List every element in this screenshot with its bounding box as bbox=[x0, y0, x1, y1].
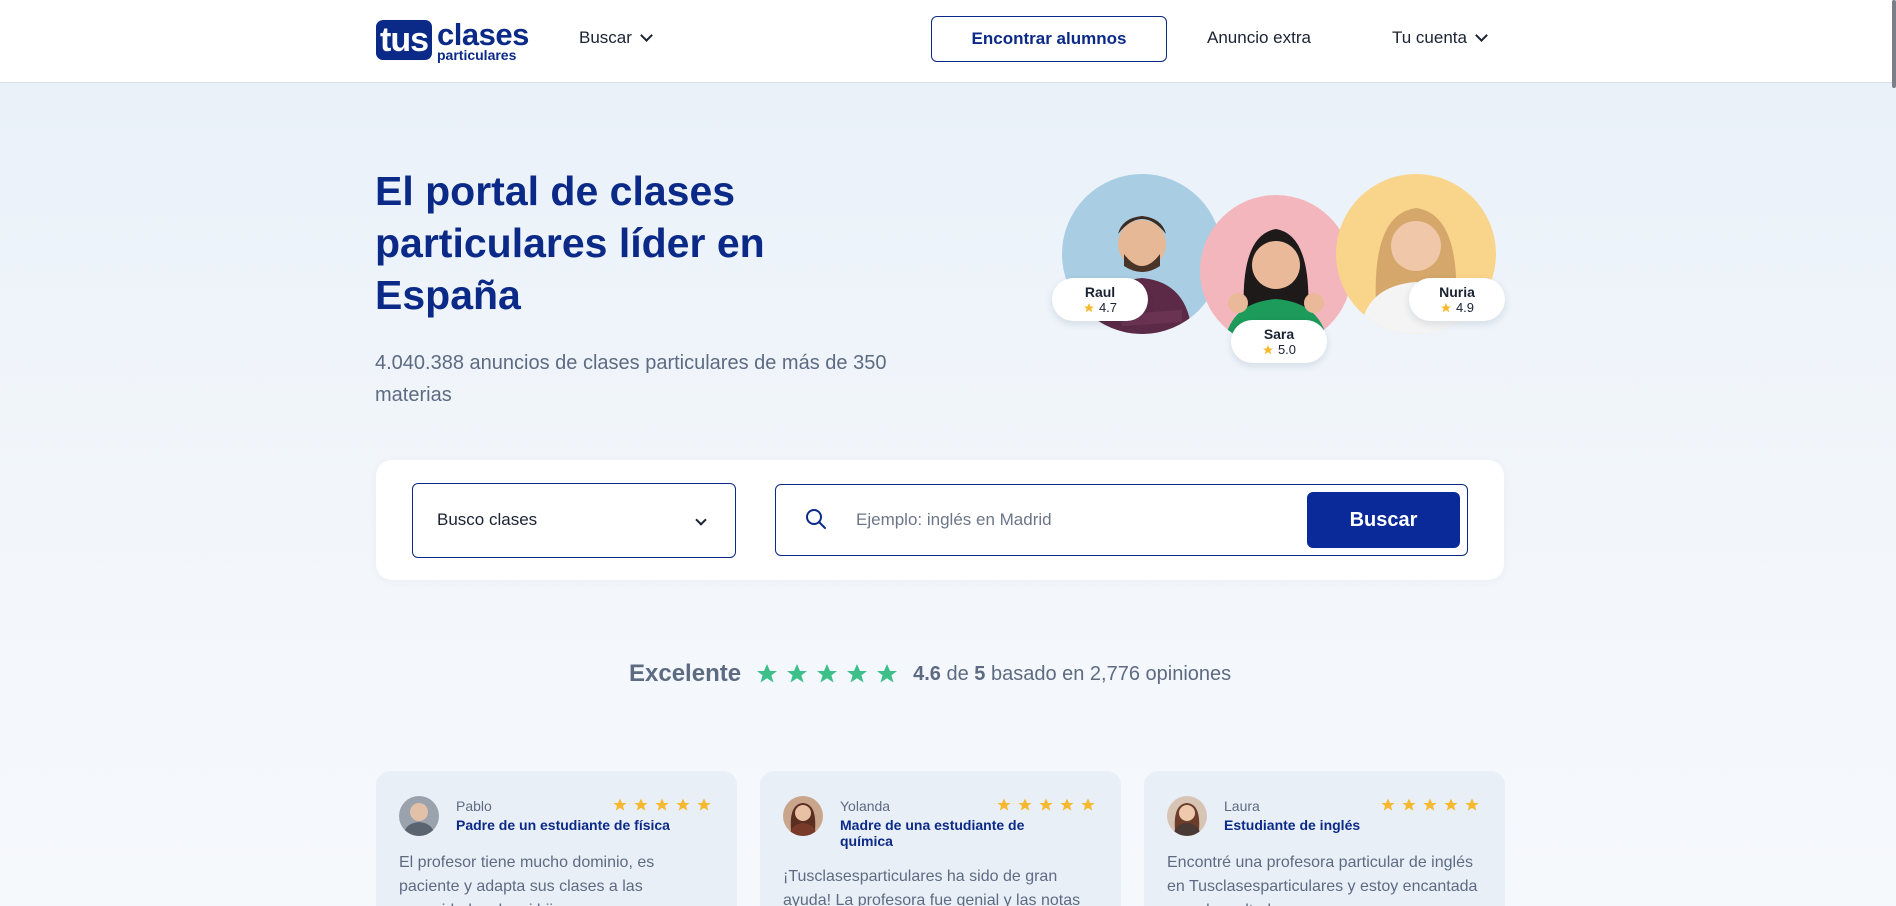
chevron-down-icon bbox=[640, 29, 653, 42]
review-text: ¡Tusclasesparticulares ha sido de gran a… bbox=[783, 868, 1081, 906]
logo-tus: tus bbox=[376, 20, 432, 60]
review-card: Yolanda Madre de una estudiante de quími… bbox=[760, 771, 1121, 906]
rating-text: 4.6 de 5 basado en 2,776 opiniones bbox=[913, 663, 1231, 686]
reviewer-role: Estudiante de inglés bbox=[1224, 817, 1361, 833]
reviewer-role: Padre de un estudiante de física bbox=[456, 817, 670, 833]
logo-wordmark: clases particulares bbox=[437, 19, 529, 62]
review-text: Encontré una profesora particular de ing… bbox=[1167, 854, 1478, 906]
star-icon bbox=[1440, 302, 1451, 312]
star-icon bbox=[1423, 798, 1437, 811]
tutor-name: Sara bbox=[1263, 326, 1295, 342]
search-icon bbox=[806, 509, 826, 529]
site-logo[interactable]: tus clases particulares bbox=[376, 19, 529, 62]
star-icon bbox=[676, 798, 690, 811]
tutor-rating-value: 5.0 bbox=[1277, 342, 1297, 357]
star-icon bbox=[634, 798, 648, 811]
reviewer-role: Madre de una estudiante de química bbox=[840, 817, 1025, 849]
star-icon bbox=[697, 798, 711, 811]
hero-title: El portal de clases particulares líder e… bbox=[375, 168, 765, 318]
star-icon bbox=[997, 798, 1011, 811]
nav-tu-cuenta-dropdown[interactable]: Tu cuenta bbox=[1392, 28, 1488, 48]
reviewer-name: Laura bbox=[1224, 798, 1260, 814]
search-type-select[interactable]: Busco clases bbox=[412, 483, 736, 558]
star-icon bbox=[1381, 798, 1395, 811]
review-card: Laura Estudiante de inglés Encontré una … bbox=[1144, 771, 1505, 906]
rating-max: 5 bbox=[974, 662, 986, 685]
tutor-rating-value: 4.7 bbox=[1098, 300, 1118, 315]
search-card: Busco clases Buscar bbox=[376, 460, 1504, 580]
rating-suffix: basado en 2,776 opiniones bbox=[990, 662, 1232, 685]
chevron-down-icon bbox=[1475, 29, 1488, 42]
star-icon bbox=[1402, 798, 1416, 811]
star-icon bbox=[1039, 798, 1053, 811]
tutor-name: Nuria bbox=[1439, 284, 1475, 300]
reviewer-name: Pablo bbox=[456, 798, 492, 814]
site-header: tus clases particulares Buscar Encontrar… bbox=[0, 0, 1896, 83]
star-icon bbox=[1060, 798, 1074, 811]
rating-stars bbox=[755, 662, 899, 686]
reviewer-avatar bbox=[1167, 796, 1207, 836]
search-input[interactable] bbox=[856, 503, 1276, 537]
review-stars bbox=[1380, 797, 1480, 813]
page-scrollbar[interactable] bbox=[1892, 0, 1896, 88]
rating-summary: Excelente 4.6 de 5 basado en 2,776 opini… bbox=[629, 660, 1231, 688]
review-stars bbox=[996, 797, 1096, 813]
tutor-badge-nuria: Nuria 4.9 bbox=[1409, 278, 1505, 321]
logo-clases: clases bbox=[437, 16, 529, 52]
star-icon bbox=[817, 664, 838, 683]
tutor-rating: 4.9 bbox=[1421, 300, 1493, 315]
reviewer-avatar bbox=[783, 796, 823, 836]
rating-label: Excelente bbox=[629, 660, 742, 687]
star-icon bbox=[847, 664, 868, 683]
reviewer-name: Yolanda bbox=[840, 798, 891, 814]
star-icon bbox=[1444, 798, 1458, 811]
search-box: Buscar bbox=[775, 484, 1468, 556]
encontrar-alumnos-button[interactable]: Encontrar alumnos bbox=[931, 16, 1167, 62]
star-icon bbox=[1018, 798, 1032, 811]
star-icon bbox=[757, 664, 778, 683]
tutor-rating: 5.0 bbox=[1243, 342, 1315, 357]
star-icon bbox=[1083, 302, 1094, 312]
tutor-rating: 4.7 bbox=[1064, 300, 1136, 315]
rating-of: de bbox=[946, 662, 969, 685]
review-text: El profesor tiene mucho dominio, es paci… bbox=[399, 854, 655, 906]
tutor-badge-raul: Raul 4.7 bbox=[1052, 278, 1148, 321]
tutor-badge-sara: Sara 5.0 bbox=[1231, 320, 1327, 363]
search-type-value: Busco clases bbox=[437, 510, 538, 529]
star-icon bbox=[613, 798, 627, 811]
review-card: Pablo Padre de un estudiante de física E… bbox=[376, 771, 737, 906]
rating-score: 4.6 bbox=[913, 662, 941, 685]
star-icon bbox=[1081, 798, 1095, 811]
nav-buscar-dropdown[interactable]: Buscar bbox=[579, 28, 653, 48]
hero-subtitle: 4.040.388 anuncios de clases particulare… bbox=[375, 352, 887, 406]
tutor-rating-value: 4.9 bbox=[1455, 300, 1475, 315]
star-icon bbox=[877, 664, 898, 683]
star-icon bbox=[1262, 344, 1273, 354]
reviewer-avatar bbox=[399, 796, 439, 836]
star-icon bbox=[1465, 798, 1479, 811]
star-icon bbox=[787, 664, 808, 683]
logo-particulares: particulares bbox=[437, 46, 517, 63]
nav-anuncio-extra[interactable]: Anuncio extra bbox=[1207, 28, 1311, 48]
tutor-name: Raul bbox=[1084, 284, 1116, 300]
star-icon bbox=[655, 798, 669, 811]
search-button[interactable]: Buscar bbox=[1307, 492, 1460, 548]
chevron-down-icon bbox=[695, 514, 707, 526]
nav-buscar-label: Buscar bbox=[579, 28, 632, 47]
nav-tu-cuenta-label: Tu cuenta bbox=[1392, 28, 1467, 47]
review-stars bbox=[612, 797, 712, 813]
